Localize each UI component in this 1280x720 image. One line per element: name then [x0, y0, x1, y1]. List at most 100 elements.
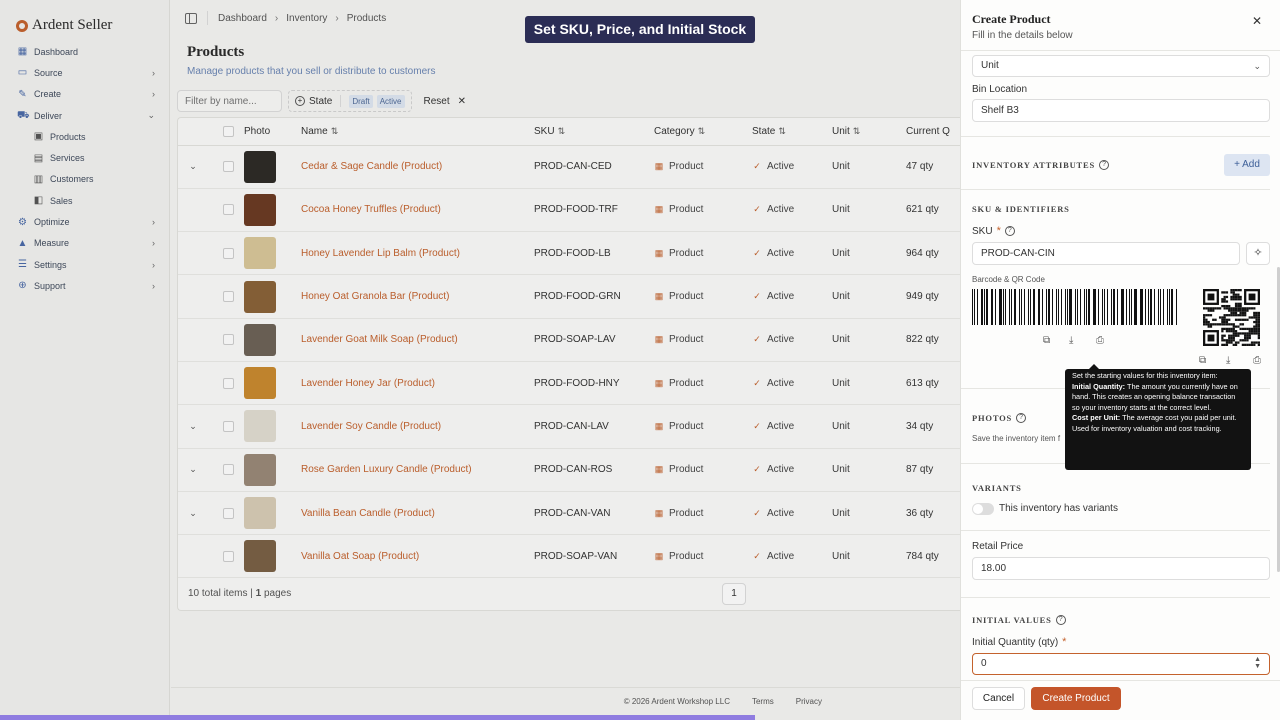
- chevron-down-icon[interactable]: ⌄: [189, 464, 197, 474]
- reset-filters-button[interactable]: Reset ✕: [424, 96, 467, 107]
- row-checkbox[interactable]: [223, 550, 234, 562]
- help-icon[interactable]: ?: [1004, 226, 1015, 237]
- row-checkbox[interactable]: [223, 247, 234, 259]
- table-row[interactable]: Lavender Honey Jar (Product) PROD-FOOD-HN…: [178, 361, 960, 406]
- product-name-link[interactable]: Rose Garden Luxury Candle (Product): [301, 464, 472, 475]
- bin-location-input[interactable]: Shelf B3: [972, 99, 1270, 122]
- help-icon[interactable]: ?: [1055, 615, 1066, 626]
- chevron-down-icon[interactable]: ⌄: [189, 161, 197, 171]
- product-thumbnail[interactable]: [244, 453, 276, 486]
- sidebar-item-deliver[interactable]: ⛟ Deliver ⌄: [0, 105, 169, 126]
- sidebar-item-measure[interactable]: ▲ Measure ›: [0, 233, 169, 254]
- sidebar-item-customers[interactable]: ▥ Customers: [0, 169, 169, 190]
- product-name-link[interactable]: Lavender Honey Jar (Product): [301, 378, 435, 389]
- sidebar-toggle-icon[interactable]: [185, 12, 197, 24]
- retail-price-input[interactable]: 18.00: [972, 557, 1270, 580]
- table-row[interactable]: Cocoa Honey Truffles (Product) PROD-FOOD-…: [178, 188, 960, 233]
- chevron-down-icon[interactable]: ⌄: [189, 508, 197, 518]
- expand-cell: [178, 534, 208, 579]
- category-label: Product: [669, 377, 704, 389]
- sidebar-item-dashboard[interactable]: ▦ Dashboard: [0, 41, 169, 62]
- product-name-link[interactable]: Honey Oat Granola Bar (Product): [301, 291, 449, 302]
- row-checkbox[interactable]: [223, 377, 234, 389]
- print-icon[interactable]: ⎙: [1096, 335, 1104, 346]
- row-checkbox[interactable]: [223, 464, 234, 476]
- product-thumbnail[interactable]: [244, 237, 276, 270]
- qr-module: [1237, 325, 1240, 328]
- sidebar-item-services[interactable]: ▤ Services: [0, 147, 169, 168]
- product-thumbnail[interactable]: [244, 280, 276, 313]
- name-filter-input[interactable]: [177, 90, 282, 112]
- table-row[interactable]: ⌄ Rose Garden Luxury Candle (Product) PROD…: [178, 448, 960, 492]
- product-thumbnail[interactable]: [244, 410, 276, 443]
- copy-icon[interactable]: ⧉: [1043, 335, 1050, 346]
- terms-link[interactable]: Terms: [752, 697, 774, 706]
- product-name-link[interactable]: Lavender Soy Candle (Product): [301, 421, 441, 432]
- privacy-link[interactable]: Privacy: [796, 697, 822, 706]
- state-filter-button[interactable]: + State Draft Active: [288, 90, 412, 112]
- product-thumbnail[interactable]: [244, 540, 276, 573]
- table-row[interactable]: Honey Lavender Lip Balm (Product) PROD-FO…: [178, 231, 960, 276]
- row-checkbox[interactable]: [223, 161, 234, 173]
- row-checkbox[interactable]: [223, 204, 234, 216]
- product-thumbnail[interactable]: [244, 193, 276, 226]
- row-checkbox[interactable]: [223, 507, 234, 519]
- product-thumbnail[interactable]: [244, 367, 276, 400]
- table-row[interactable]: ⌄ Lavender Soy Candle (Product) PROD-CAN-L…: [178, 404, 960, 449]
- sidebar-item-products[interactable]: ▣ Products: [0, 126, 169, 147]
- column-unit[interactable]: Unit ⇅: [832, 118, 906, 146]
- sidebar-item-sales[interactable]: ◧ Sales: [0, 190, 169, 211]
- column-current-qty[interactable]: Current Q: [906, 118, 960, 146]
- column-state[interactable]: State ⇅: [752, 118, 832, 146]
- variants-toggle[interactable]: [972, 503, 994, 515]
- product-name-link[interactable]: Cocoa Honey Truffles (Product): [301, 204, 441, 215]
- product-name-link[interactable]: Lavender Goat Milk Soap (Product): [301, 334, 458, 345]
- page-button-1[interactable]: 1: [722, 583, 746, 605]
- unit-select[interactable]: Unit ⌄: [972, 55, 1270, 77]
- breadcrumb-dashboard[interactable]: Dashboard: [218, 13, 267, 24]
- table-row[interactable]: Honey Oat Granola Bar (Product) PROD-FOOD…: [178, 274, 960, 319]
- brand[interactable]: Ardent Seller: [0, 0, 169, 38]
- column-sku[interactable]: SKU ⇅: [534, 118, 654, 146]
- spinner-icon[interactable]: ▲ ▼: [1254, 656, 1261, 670]
- product-name-link[interactable]: Vanilla Bean Candle (Product): [301, 508, 435, 519]
- chevron-down-icon[interactable]: ⌄: [189, 421, 197, 431]
- row-checkbox[interactable]: [223, 291, 234, 303]
- sidebar-item-optimize[interactable]: ⚙ Optimize ›: [0, 211, 169, 232]
- download-icon[interactable]: ⤓: [1226, 355, 1230, 366]
- product-thumbnail[interactable]: [244, 323, 276, 356]
- sidebar-item-source[interactable]: ▭ Source ›: [0, 62, 169, 83]
- product-thumbnail[interactable]: [244, 497, 276, 530]
- sku-input[interactable]: PROD-CAN-CIN: [972, 242, 1240, 265]
- help-icon[interactable]: ?: [1099, 160, 1110, 171]
- product-name-link[interactable]: Cedar & Sage Candle (Product): [301, 161, 442, 172]
- row-checkbox[interactable]: [223, 420, 234, 432]
- table-row[interactable]: ⌄ Cedar & Sage Candle (Product) PROD-CAN-C…: [178, 145, 960, 189]
- cancel-button[interactable]: Cancel: [972, 687, 1025, 710]
- select-all-checkbox[interactable]: [223, 125, 234, 137]
- copy-icon[interactable]: ⧉: [1199, 355, 1206, 366]
- initial-quantity-input[interactable]: 0 ▲ ▼: [972, 653, 1270, 675]
- table-row[interactable]: Vanilla Oat Soap (Product) PROD-SOAP-VAN ▦…: [178, 534, 960, 579]
- download-icon[interactable]: ⤓: [1069, 335, 1073, 346]
- sidebar-item-create[interactable]: ✎ Create ›: [0, 84, 169, 105]
- column-name[interactable]: Name ⇅: [301, 118, 534, 146]
- print-icon[interactable]: ⎙: [1253, 355, 1261, 366]
- product-thumbnail[interactable]: [244, 150, 276, 183]
- product-name-link[interactable]: Vanilla Oat Soap (Product): [301, 551, 419, 562]
- help-icon[interactable]: ?: [1016, 413, 1027, 424]
- table-row[interactable]: ⌄ Vanilla Bean Candle (Product) PROD-CAN-V…: [178, 491, 960, 536]
- add-attribute-button[interactable]: + Add: [1224, 154, 1270, 176]
- sidebar-item-settings[interactable]: ☰ Settings ›: [0, 254, 169, 275]
- generate-sku-icon[interactable]: ✧: [1246, 242, 1270, 265]
- table-row[interactable]: Lavender Goat Milk Soap (Product) PROD-SO…: [178, 318, 960, 362]
- close-icon[interactable]: ✕: [1252, 14, 1262, 28]
- qr-module: [1223, 343, 1226, 346]
- column-category[interactable]: Category ⇅: [654, 118, 752, 146]
- sidebar-item-support[interactable]: ⊕ Support ›: [0, 275, 169, 296]
- row-checkbox[interactable]: [223, 334, 234, 346]
- product-name-link[interactable]: Honey Lavender Lip Balm (Product): [301, 248, 460, 259]
- breadcrumb-inventory[interactable]: Inventory: [286, 13, 327, 24]
- qr-module: [1221, 316, 1224, 319]
- create-product-button[interactable]: Create Product: [1031, 687, 1121, 710]
